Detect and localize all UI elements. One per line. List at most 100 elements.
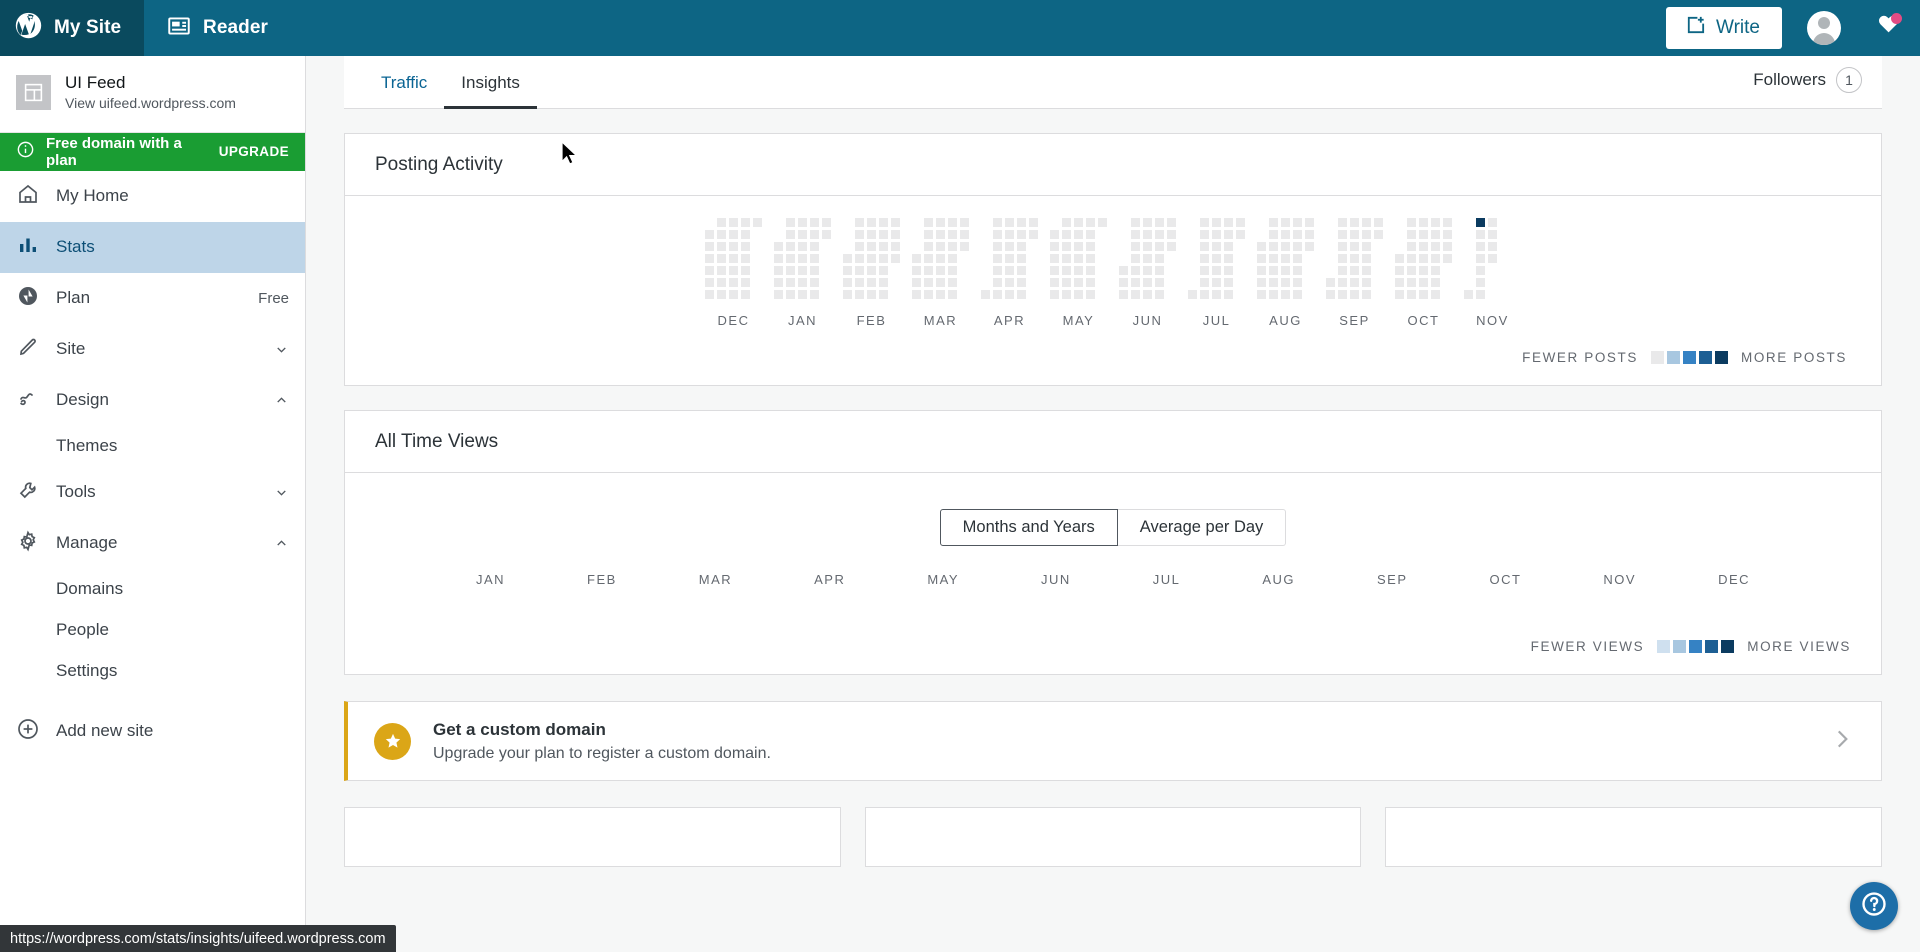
heatmap-cell[interactable]	[924, 230, 933, 239]
heatmap-cell[interactable]	[753, 290, 762, 299]
heatmap-cell[interactable]	[855, 254, 864, 263]
heatmap-cell[interactable]	[1155, 218, 1164, 227]
heatmap-cell[interactable]	[1443, 278, 1452, 287]
heatmap-cell[interactable]	[729, 242, 738, 251]
heatmap-cell[interactable]	[879, 290, 888, 299]
heatmap-cell[interactable]	[1374, 278, 1383, 287]
heatmap-cell[interactable]	[1119, 254, 1128, 263]
heatmap-cell[interactable]	[1224, 278, 1233, 287]
tab-insights[interactable]: Insights	[444, 73, 537, 108]
heatmap-cell[interactable]	[1155, 242, 1164, 251]
heatmap-cell[interactable]	[1029, 230, 1038, 239]
heatmap-cell[interactable]	[1431, 278, 1440, 287]
heatmap-cell[interactable]	[810, 266, 819, 275]
heatmap-cell[interactable]	[1350, 218, 1359, 227]
heatmap-cell[interactable]	[1086, 266, 1095, 275]
heatmap-cell[interactable]	[1338, 218, 1347, 227]
heatmap-cell[interactable]	[981, 242, 990, 251]
heatmap-cell[interactable]	[741, 290, 750, 299]
heatmap-cell[interactable]	[774, 266, 783, 275]
heatmap-cell[interactable]	[1200, 242, 1209, 251]
heatmap-cell[interactable]	[1212, 278, 1221, 287]
heatmap-cell[interactable]	[1155, 230, 1164, 239]
heatmap-cell[interactable]	[1395, 230, 1404, 239]
heatmap-cell[interactable]	[960, 254, 969, 263]
heatmap-cell[interactable]	[1074, 242, 1083, 251]
heatmap-cell[interactable]	[1350, 254, 1359, 263]
heatmap-cell[interactable]	[891, 266, 900, 275]
custom-domain-banner[interactable]: Get a custom domain Upgrade your plan to…	[344, 701, 1882, 781]
heatmap-cell[interactable]	[1419, 218, 1428, 227]
heatmap-cell[interactable]	[1167, 278, 1176, 287]
heatmap-cell[interactable]	[1281, 230, 1290, 239]
heatmap-cell[interactable]	[948, 254, 957, 263]
heatmap-cell[interactable]	[1131, 254, 1140, 263]
heatmap-cell[interactable]	[912, 290, 921, 299]
heatmap-cell[interactable]	[1257, 242, 1266, 251]
heatmap-cell[interactable]	[1443, 230, 1452, 239]
heatmap-cell[interactable]	[1476, 218, 1485, 227]
heatmap-cell[interactable]	[1029, 242, 1038, 251]
sidebar-item-domains[interactable]: Domains	[0, 569, 305, 610]
heatmap-cell[interactable]	[1098, 266, 1107, 275]
heatmap-cell[interactable]	[924, 254, 933, 263]
heatmap-cell[interactable]	[1188, 266, 1197, 275]
heatmap-cell[interactable]	[741, 218, 750, 227]
heatmap-cell[interactable]	[1224, 218, 1233, 227]
heatmap-cell[interactable]	[1119, 278, 1128, 287]
heatmap-cell[interactable]	[981, 290, 990, 299]
heatmap-cell[interactable]	[1500, 254, 1509, 263]
heatmap-cell[interactable]	[1119, 230, 1128, 239]
heatmap-cell[interactable]	[936, 266, 945, 275]
heatmap-cell[interactable]	[1500, 218, 1509, 227]
heatmap-cell[interactable]	[1050, 266, 1059, 275]
heatmap-cell[interactable]	[1464, 218, 1473, 227]
heatmap-cell[interactable]	[912, 278, 921, 287]
heatmap-cell[interactable]	[1362, 230, 1371, 239]
heatmap-cell[interactable]	[1257, 254, 1266, 263]
heatmap-cell[interactable]	[843, 290, 852, 299]
heatmap-cell[interactable]	[1407, 242, 1416, 251]
heatmap-cell[interactable]	[822, 290, 831, 299]
heatmap-cell[interactable]	[1464, 266, 1473, 275]
heatmap-cell[interactable]	[1407, 230, 1416, 239]
heatmap-cell[interactable]	[1017, 254, 1026, 263]
heatmap-cell[interactable]	[993, 242, 1002, 251]
heatmap-cell[interactable]	[1281, 278, 1290, 287]
heatmap-cell[interactable]	[1017, 290, 1026, 299]
heatmap-cell[interactable]	[786, 230, 795, 239]
heatmap-cell[interactable]	[822, 266, 831, 275]
heatmap-cell[interactable]	[1395, 218, 1404, 227]
heatmap-cell[interactable]	[1155, 278, 1164, 287]
heatmap-cell[interactable]	[1005, 266, 1014, 275]
heatmap-cell[interactable]	[924, 242, 933, 251]
heatmap-cell[interactable]	[1212, 218, 1221, 227]
heatmap-cell[interactable]	[753, 254, 762, 263]
heatmap-cell[interactable]	[1119, 266, 1128, 275]
heatmap-cell[interactable]	[753, 278, 762, 287]
heatmap-cell[interactable]	[705, 290, 714, 299]
heatmap-cell[interactable]	[1050, 290, 1059, 299]
heatmap-cell[interactable]	[1131, 290, 1140, 299]
heatmap-cell[interactable]	[1374, 218, 1383, 227]
heatmap-cell[interactable]	[1305, 242, 1314, 251]
heatmap-cell[interactable]	[822, 230, 831, 239]
heatmap-cell[interactable]	[1062, 266, 1071, 275]
heatmap-cell[interactable]	[798, 218, 807, 227]
heatmap-cell[interactable]	[1293, 266, 1302, 275]
heatmap-cell[interactable]	[891, 254, 900, 263]
heatmap-cell[interactable]	[774, 230, 783, 239]
heatmap-cell[interactable]	[1269, 254, 1278, 263]
heatmap-cell[interactable]	[993, 254, 1002, 263]
heatmap-cell[interactable]	[867, 278, 876, 287]
heatmap-cell[interactable]	[774, 254, 783, 263]
heatmap-cell[interactable]	[786, 290, 795, 299]
heatmap-cell[interactable]	[1269, 218, 1278, 227]
heatmap-cell[interactable]	[936, 278, 945, 287]
heatmap-cell[interactable]	[843, 230, 852, 239]
heatmap-cell[interactable]	[1131, 278, 1140, 287]
heatmap-cell[interactable]	[1200, 254, 1209, 263]
heatmap-cell[interactable]	[981, 230, 990, 239]
heatmap-cell[interactable]	[948, 278, 957, 287]
heatmap-cell[interactable]	[855, 218, 864, 227]
